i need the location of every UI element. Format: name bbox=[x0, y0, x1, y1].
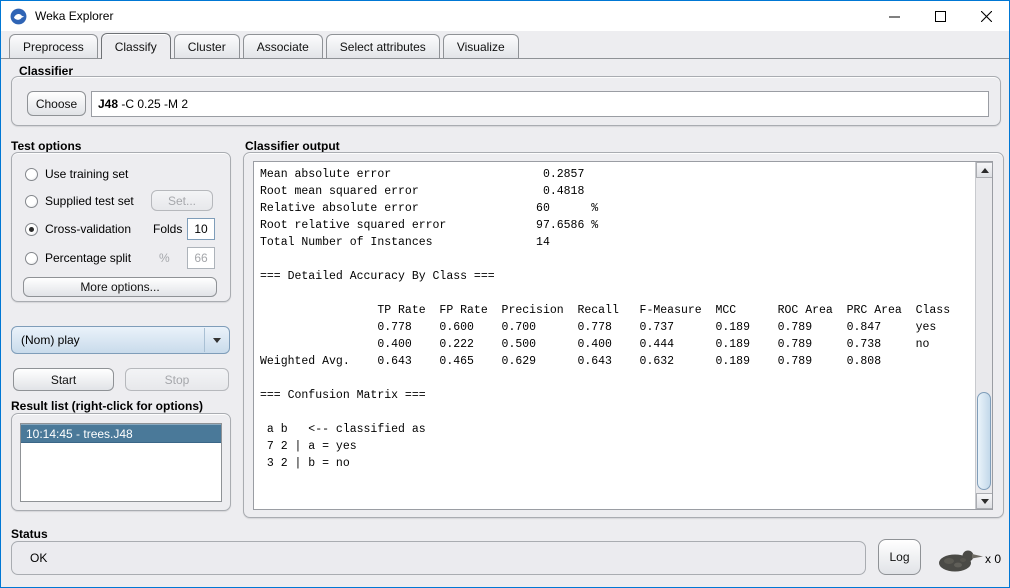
use-training-set-option[interactable]: Use training set bbox=[25, 167, 128, 181]
tab-label: Preprocess bbox=[23, 40, 84, 54]
set-test-set-button[interactable]: Set... bbox=[151, 190, 213, 211]
use-training-set-label: Use training set bbox=[45, 167, 128, 181]
close-button[interactable] bbox=[963, 1, 1009, 31]
scroll-up-button[interactable] bbox=[976, 162, 993, 178]
start-button[interactable]: Start bbox=[13, 368, 114, 391]
choose-classifier-button[interactable]: Choose bbox=[27, 91, 86, 116]
weka-bird-icon bbox=[933, 544, 985, 574]
tab-label: Cluster bbox=[188, 40, 226, 54]
minimize-button[interactable] bbox=[871, 1, 917, 31]
status-value: OK bbox=[30, 551, 47, 565]
tab-label: Associate bbox=[257, 40, 309, 54]
status-bar: OK bbox=[11, 541, 866, 575]
class-attribute-combo[interactable]: (Nom) play bbox=[11, 326, 230, 354]
output-vertical-scrollbar[interactable] bbox=[975, 162, 992, 509]
log-button[interactable]: Log bbox=[878, 539, 921, 575]
tab-classify[interactable]: Classify bbox=[101, 33, 171, 59]
tab-visualize[interactable]: Visualize bbox=[443, 34, 519, 58]
tab-label: Select attributes bbox=[340, 40, 426, 54]
window-title: Weka Explorer bbox=[35, 9, 113, 23]
chevron-down-icon bbox=[213, 338, 221, 343]
maximize-icon bbox=[935, 11, 946, 22]
classifier-output-textarea[interactable]: Mean absolute error 0.2857 Root mean squ… bbox=[253, 161, 993, 510]
stop-button[interactable]: Stop bbox=[125, 368, 229, 391]
result-list[interactable]: 10:14:45 - trees.J48 bbox=[20, 423, 222, 502]
bird-counter: x 0 bbox=[985, 552, 1001, 566]
radio-icon bbox=[25, 168, 38, 181]
scrollbar-thumb[interactable] bbox=[977, 392, 991, 490]
percentage-split-option[interactable]: Percentage split bbox=[25, 251, 131, 265]
tab-select-attributes[interactable]: Select attributes bbox=[326, 34, 440, 58]
supplied-test-set-option[interactable]: Supplied test set bbox=[25, 194, 134, 208]
close-icon bbox=[981, 11, 992, 22]
main-tab-bar: Preprocess Classify Cluster Associate Se… bbox=[1, 32, 1009, 59]
weka-explorer-window: Weka Explorer Preprocess Classify Cluste… bbox=[0, 0, 1010, 588]
status-section-label: Status bbox=[11, 527, 48, 541]
radio-selected-icon bbox=[25, 223, 38, 236]
title-bar: Weka Explorer bbox=[1, 1, 1009, 31]
classifier-spec-field[interactable]: J48 -C 0.25 -M 2 bbox=[91, 91, 989, 117]
classifier-output-section-label: Classifier output bbox=[245, 139, 340, 153]
triangle-down-icon bbox=[981, 499, 989, 504]
radio-icon bbox=[25, 252, 38, 265]
tab-preprocess[interactable]: Preprocess bbox=[9, 34, 98, 58]
minimize-icon bbox=[889, 11, 900, 22]
supplied-test-set-label: Supplied test set bbox=[45, 194, 134, 208]
more-options-button[interactable]: More options... bbox=[23, 277, 217, 297]
maximize-button[interactable] bbox=[917, 1, 963, 31]
folds-input[interactable]: 10 bbox=[187, 218, 215, 240]
percent-input[interactable]: 66 bbox=[187, 247, 215, 269]
tab-cluster[interactable]: Cluster bbox=[174, 34, 240, 58]
cross-validation-option[interactable]: Cross-validation bbox=[25, 222, 131, 236]
classifier-options: -C 0.25 -M 2 bbox=[118, 97, 188, 111]
percentage-split-label: Percentage split bbox=[45, 251, 131, 265]
result-list-item[interactable]: 10:14:45 - trees.J48 bbox=[21, 424, 221, 443]
cross-validation-label: Cross-validation bbox=[45, 222, 131, 236]
classifier-name: J48 bbox=[98, 97, 118, 111]
result-list-section-label: Result list (right-click for options) bbox=[11, 399, 203, 413]
radio-icon bbox=[25, 195, 38, 208]
tab-label: Visualize bbox=[457, 40, 505, 54]
triangle-up-icon bbox=[981, 168, 989, 173]
scroll-down-button[interactable] bbox=[976, 493, 993, 509]
combo-arrow-zone bbox=[204, 328, 228, 352]
test-options-section-label: Test options bbox=[11, 139, 81, 153]
percent-label: % bbox=[159, 251, 170, 265]
classifier-output-text: Mean absolute error 0.2857 Root mean squ… bbox=[254, 164, 974, 509]
class-attribute-value: (Nom) play bbox=[21, 333, 80, 347]
tab-associate[interactable]: Associate bbox=[243, 34, 323, 58]
tab-label: Classify bbox=[115, 40, 157, 54]
folds-label: Folds bbox=[153, 222, 182, 236]
weka-app-icon bbox=[10, 8, 27, 25]
